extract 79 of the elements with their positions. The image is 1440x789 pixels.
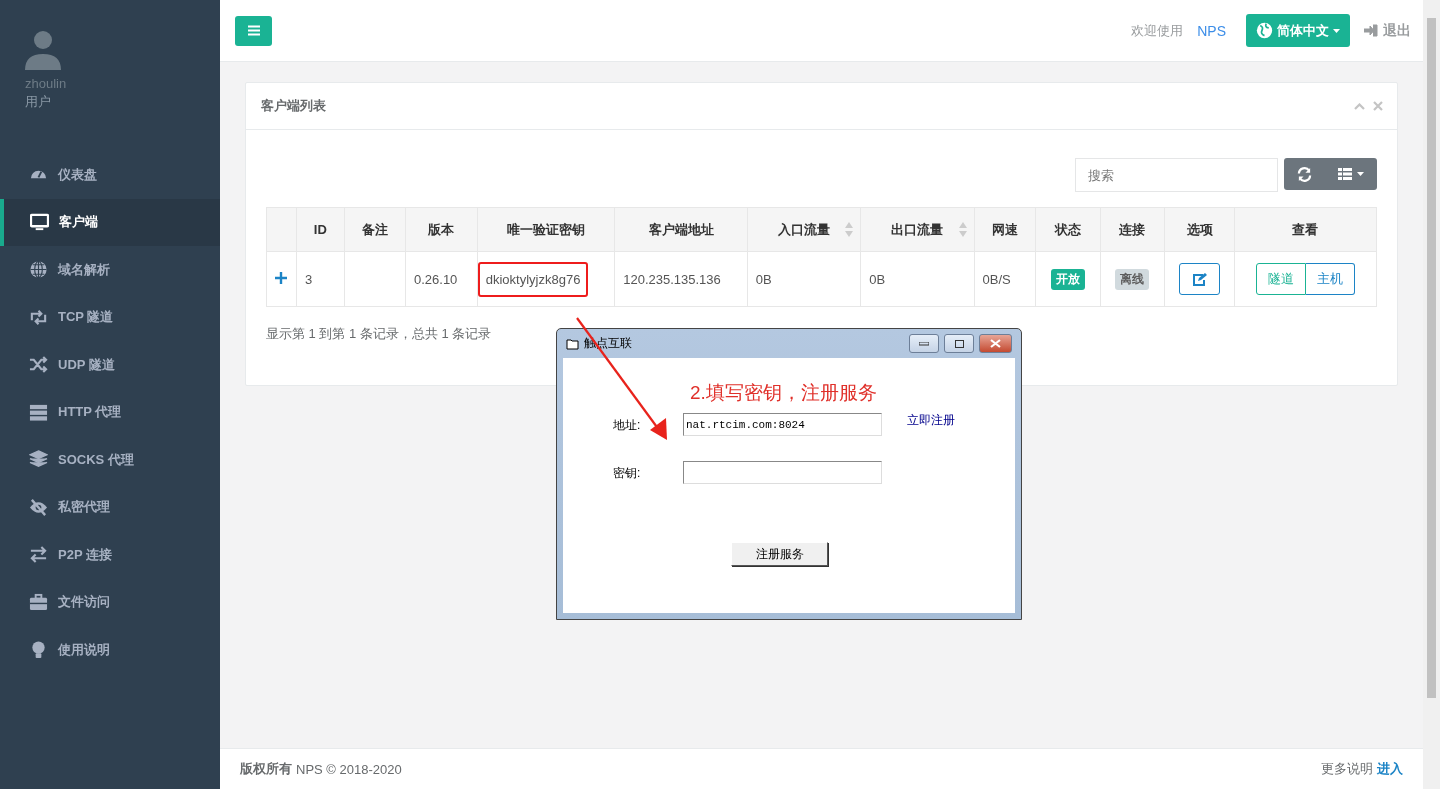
sign-in-icon [1364, 24, 1378, 37]
panel-title: 客户端列表 [261, 97, 327, 115]
more-info-text: 更多说明 [1321, 760, 1373, 778]
copyright-text: NPS © 2018-2020 [296, 761, 402, 777]
column-header[interactable]: 状态 [1054, 221, 1081, 237]
table-icon [1338, 168, 1352, 180]
menu-button[interactable] [235, 15, 272, 46]
monitor-icon [30, 212, 49, 232]
sidebar-item[interactable]: 文件访问 [0, 578, 220, 626]
enter-link[interactable]: 进入 [1377, 760, 1403, 778]
maximize-button[interactable] [944, 334, 974, 353]
close-icon [990, 339, 1001, 348]
edit-icon [1192, 272, 1207, 286]
refresh-icon [1297, 166, 1312, 182]
sidebar-item[interactable]: HTTP 代理 [0, 388, 220, 436]
repeat-arrows-icon [29, 307, 48, 327]
welcome-text: 欢迎使用 [1131, 21, 1184, 40]
sidebar-item[interactable]: TCP 隧道 [0, 293, 220, 341]
table-cell: 0B [869, 271, 886, 287]
sidebar-item[interactable]: 域名解析 [0, 246, 220, 294]
user-name: zhoulin [25, 76, 67, 91]
briefcase-icon [29, 592, 48, 612]
scrollbar[interactable] [1423, 0, 1440, 789]
register-link[interactable]: 立即注册 [907, 412, 955, 429]
table-cell: 0B [755, 271, 772, 287]
column-header[interactable]: 备注 [361, 221, 388, 237]
sidebar-item[interactable]: UDP 隧道 [0, 341, 220, 389]
menu-icon [247, 25, 260, 36]
sidebar-item[interactable]: 客户端 [0, 198, 220, 246]
view-button[interactable]: 主机 [1305, 263, 1355, 295]
exchange-arrows-icon [29, 545, 48, 565]
search-field[interactable]: 搜索 [1075, 158, 1278, 192]
minimize-button[interactable] [909, 334, 939, 353]
sidebar-item[interactable]: 使用说明 [0, 626, 220, 674]
sidebar-item[interactable]: 私密代理 [0, 483, 220, 531]
table-cell: 0.26.10 [413, 271, 458, 287]
maximize-icon [954, 339, 964, 348]
plus-icon[interactable] [275, 271, 287, 284]
caret-icon [1357, 172, 1364, 176]
server-icon [29, 402, 48, 422]
field-label: 密钥: [613, 465, 641, 482]
globe-icon [29, 260, 48, 280]
input-field[interactable] [683, 461, 882, 484]
copyright-label: 版权所有 [240, 760, 292, 778]
column-header[interactable]: 查看 [1292, 221, 1319, 237]
table-cell: 120.235.135.136 [623, 271, 721, 287]
layers-icon [29, 450, 48, 470]
sidebar-item[interactable]: 仪表盘 [0, 151, 220, 199]
column-header[interactable]: 版本 [428, 221, 455, 237]
input-field[interactable]: nat.rtcim.com:8024 [683, 413, 882, 436]
edit-button[interactable] [1179, 263, 1221, 295]
shuffle-icon [29, 355, 48, 375]
column-header[interactable]: ID [313, 222, 327, 237]
pagination-info: 显示第 1 到第 1 条记录，总共 1 条记录 [266, 325, 492, 343]
column-header[interactable]: 网速 [991, 221, 1018, 237]
column-header[interactable]: 连接 [1119, 221, 1146, 237]
lightbulb-icon [29, 640, 48, 660]
column-header[interactable]: 入口流量 [778, 221, 830, 237]
table-cell: dkioktylyjzk8g76 [477, 261, 589, 297]
status-badge: 开放 [1050, 268, 1085, 290]
eye-slash-icon [29, 497, 48, 517]
globe-icon [1256, 22, 1273, 39]
column-header[interactable]: 选项 [1186, 221, 1213, 237]
instruction-heading: 2.填写密钥，注册服务 [690, 381, 877, 405]
column-header[interactable]: 客户端地址 [648, 221, 714, 237]
sidebar-item[interactable]: P2P 连接 [0, 531, 220, 579]
close-button[interactable] [979, 334, 1012, 353]
window-icon [566, 337, 579, 350]
avatar-icon [25, 30, 61, 70]
table-cell: 0B/S [982, 271, 1011, 287]
register-button[interactable]: 注册服务 [731, 542, 828, 566]
caret-icon [1333, 28, 1340, 33]
table-cell: 3 [304, 271, 313, 287]
user-role: 用户 [25, 93, 51, 111]
connection-badge: 离线 [1115, 268, 1150, 290]
column-header[interactable]: 出口流量 [891, 221, 944, 237]
minimize-icon [919, 341, 929, 346]
sidebar-item[interactable]: SOCKS 代理 [0, 436, 220, 484]
field-label: 地址: [613, 417, 641, 434]
